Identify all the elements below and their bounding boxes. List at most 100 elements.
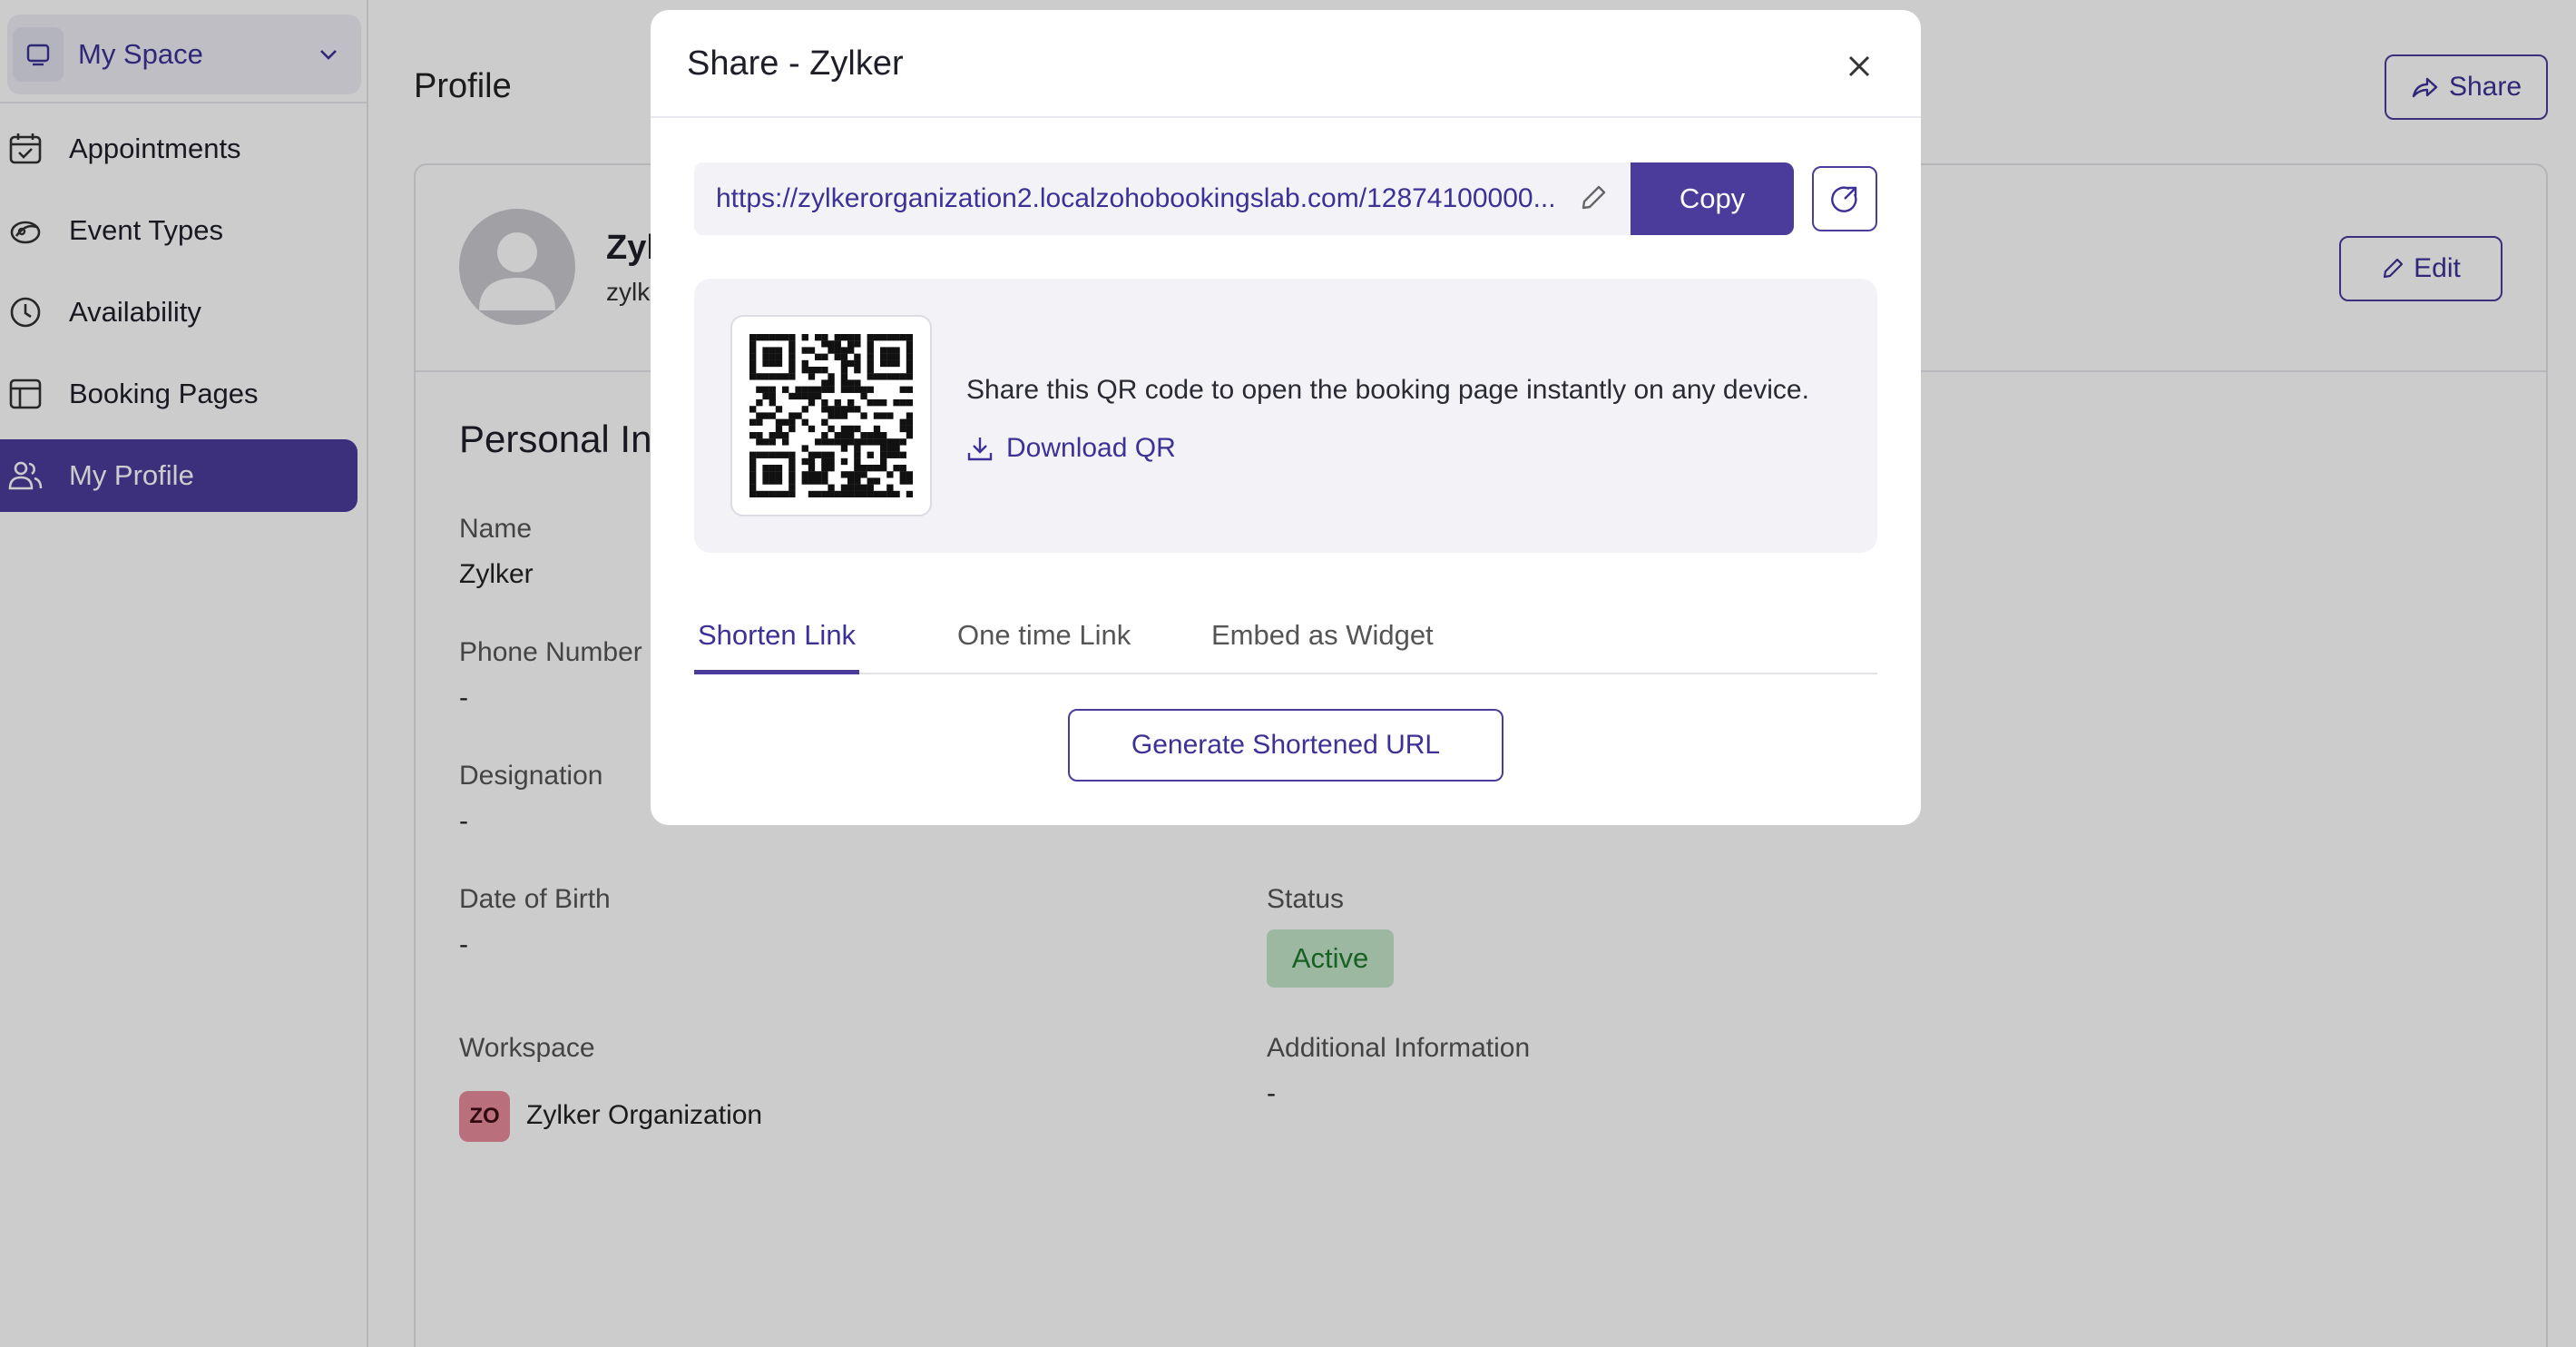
qr-module (828, 412, 835, 419)
download-qr-link[interactable]: Download QR (966, 433, 1176, 464)
qr-module (828, 490, 835, 497)
qr-code (730, 315, 932, 516)
qr-module (880, 457, 887, 466)
qr-module (834, 432, 841, 439)
qr-module (756, 418, 763, 426)
qr-module (847, 425, 855, 433)
qr-module (834, 490, 841, 497)
qr-module (886, 353, 894, 360)
qr-module (893, 373, 900, 380)
qr-module (828, 465, 835, 472)
qr-module (821, 471, 828, 478)
qr-module (854, 465, 861, 472)
qr-module (899, 471, 906, 478)
qr-module (880, 359, 887, 368)
qr-module (840, 457, 848, 466)
qr-module (847, 432, 855, 439)
close-icon[interactable] (1843, 50, 1876, 83)
qr-module (756, 373, 763, 380)
qr-module (828, 406, 835, 413)
qr-module (769, 373, 776, 380)
qr-module (834, 438, 841, 446)
qr-module (775, 465, 783, 472)
qr-module (815, 353, 822, 360)
qr-module (880, 432, 887, 439)
qr-module (762, 359, 769, 368)
qr-module (762, 471, 769, 478)
qr-module (801, 471, 808, 478)
tab-shorten-link[interactable]: Shorten Link (694, 600, 860, 674)
qr-module (762, 386, 769, 393)
qr-module (860, 412, 867, 419)
qr-module (775, 471, 783, 478)
qr-module (801, 445, 808, 452)
pencil-icon[interactable] (1578, 182, 1609, 213)
qr-module (769, 477, 776, 485)
qr-module (886, 412, 894, 419)
qr-module (808, 465, 816, 472)
share-url-text[interactable]: https://zylkerorganization2.localzohoboo… (716, 162, 1560, 235)
qr-module (775, 406, 783, 413)
qr-module (906, 425, 913, 433)
qr-module (788, 457, 796, 466)
qr-module (880, 347, 887, 354)
qr-module (788, 490, 796, 497)
qr-module (840, 334, 848, 341)
qr-module (873, 438, 881, 446)
generate-shortened-url-button[interactable]: Generate Shortened URL (1068, 709, 1503, 782)
qr-module (840, 386, 848, 393)
qr-module (801, 334, 808, 341)
qr-module (769, 392, 776, 400)
qr-module (899, 418, 906, 426)
share-url-field[interactable]: https://zylkerorganization2.localzohoboo… (694, 162, 1631, 235)
qr-module (821, 490, 828, 497)
qr-module (749, 373, 757, 380)
qr-module (815, 367, 822, 374)
qr-module (788, 477, 796, 485)
qr-module (769, 490, 776, 497)
qr-module (886, 373, 894, 380)
qr-module (769, 438, 776, 446)
qr-module (880, 490, 887, 497)
qr-module (847, 347, 855, 354)
qr-module (899, 399, 906, 407)
qr-module (821, 438, 828, 446)
qr-module (775, 477, 783, 485)
qr-module (867, 465, 874, 472)
qr-module (782, 334, 789, 341)
qr-module (840, 490, 848, 497)
qr-module (834, 334, 841, 341)
qr-module (775, 347, 783, 354)
qr-module (795, 412, 802, 419)
qr-module (821, 386, 828, 393)
qr-module (840, 359, 848, 368)
qr-module (828, 438, 835, 446)
qr-module (808, 477, 816, 485)
tab-one-time-link[interactable]: One time Link (954, 600, 1134, 674)
qr-module (795, 392, 802, 400)
qr-module (906, 432, 913, 439)
external-link-icon (1831, 186, 1857, 212)
tab-embed-as-widget[interactable]: Embed as Widget (1208, 600, 1437, 674)
qr-module (899, 451, 906, 458)
qr-module (749, 457, 757, 466)
qr-module (867, 451, 874, 458)
qr-module (828, 386, 835, 393)
qr-module (801, 392, 808, 400)
qr-module (867, 334, 874, 341)
qr-module (867, 359, 874, 368)
qr-module (847, 379, 855, 387)
open-link-button[interactable] (1812, 166, 1877, 231)
qr-module (801, 367, 808, 374)
qr-module (788, 471, 796, 478)
qr-module (899, 438, 906, 446)
qr-module (840, 412, 848, 419)
qr-module (808, 386, 816, 393)
qr-module (821, 432, 828, 439)
qr-module (867, 347, 874, 354)
qr-module (821, 399, 828, 407)
qr-module (880, 445, 887, 452)
copy-button[interactable]: Copy (1631, 162, 1794, 235)
qr-module (762, 353, 769, 360)
qr-module (821, 367, 828, 374)
